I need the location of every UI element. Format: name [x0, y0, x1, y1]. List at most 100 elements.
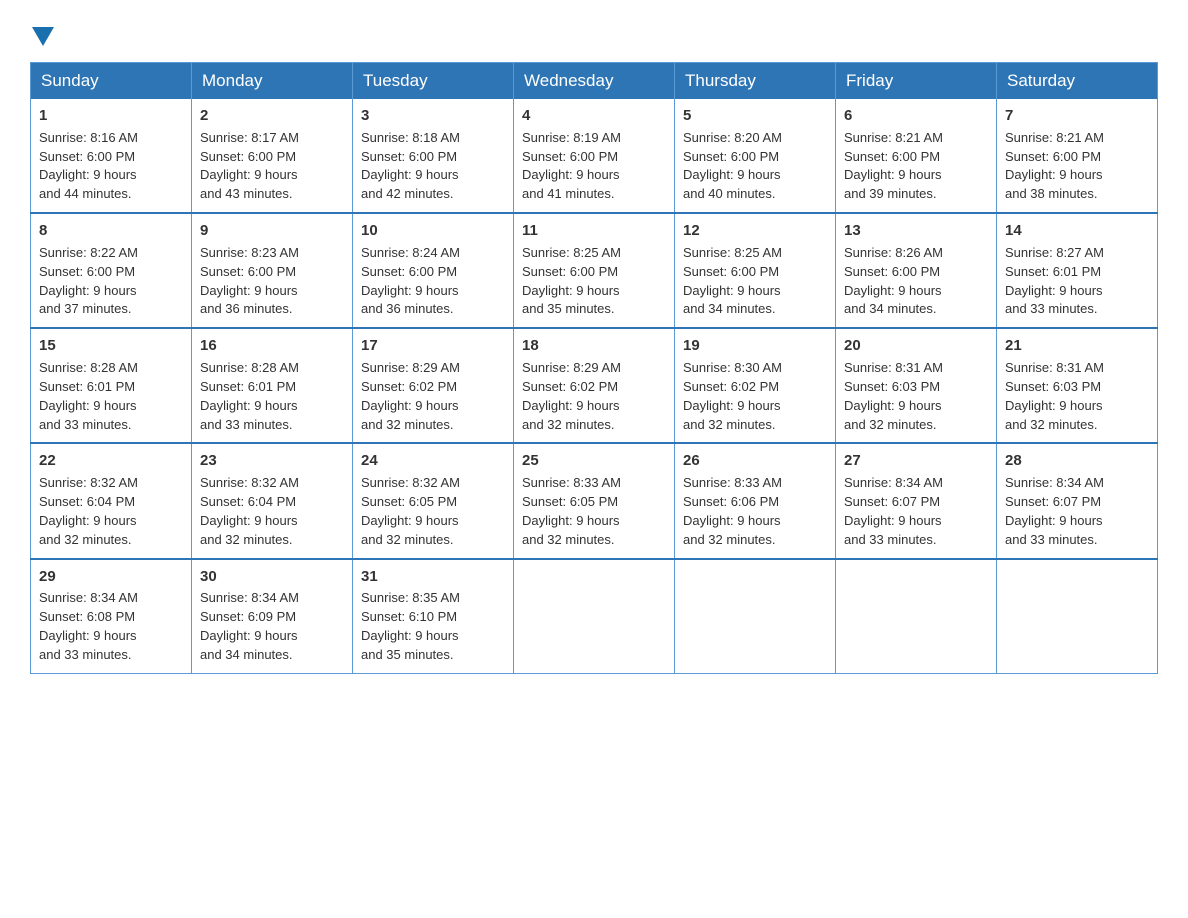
day-number: 10: [361, 220, 505, 242]
day-number: 24: [361, 450, 505, 472]
day-info: Sunrise: 8:34 AMSunset: 6:08 PMDaylight:…: [39, 589, 183, 664]
day-number: 20: [844, 335, 988, 357]
day-info: Sunrise: 8:32 AMSunset: 6:05 PMDaylight:…: [361, 474, 505, 549]
day-info: Sunrise: 8:32 AMSunset: 6:04 PMDaylight:…: [200, 474, 344, 549]
calendar-cell: 4Sunrise: 8:19 AMSunset: 6:00 PMDaylight…: [514, 99, 675, 213]
day-number: 29: [39, 566, 183, 588]
weekday-header-thursday: Thursday: [675, 63, 836, 100]
calendar-cell: 29Sunrise: 8:34 AMSunset: 6:08 PMDayligh…: [31, 559, 192, 674]
day-info: Sunrise: 8:21 AMSunset: 6:00 PMDaylight:…: [1005, 129, 1149, 204]
weekday-header-tuesday: Tuesday: [353, 63, 514, 100]
calendar-cell: 19Sunrise: 8:30 AMSunset: 6:02 PMDayligh…: [675, 328, 836, 443]
calendar-cell: 1Sunrise: 8:16 AMSunset: 6:00 PMDaylight…: [31, 99, 192, 213]
calendar-cell: 23Sunrise: 8:32 AMSunset: 6:04 PMDayligh…: [192, 443, 353, 558]
weekday-header-friday: Friday: [836, 63, 997, 100]
day-number: 2: [200, 105, 344, 127]
calendar-cell: 28Sunrise: 8:34 AMSunset: 6:07 PMDayligh…: [997, 443, 1158, 558]
calendar-cell: 25Sunrise: 8:33 AMSunset: 6:05 PMDayligh…: [514, 443, 675, 558]
day-number: 13: [844, 220, 988, 242]
day-number: 12: [683, 220, 827, 242]
calendar-table: SundayMondayTuesdayWednesdayThursdayFrid…: [30, 62, 1158, 674]
calendar-cell: 30Sunrise: 8:34 AMSunset: 6:09 PMDayligh…: [192, 559, 353, 674]
calendar-cell: 17Sunrise: 8:29 AMSunset: 6:02 PMDayligh…: [353, 328, 514, 443]
day-number: 22: [39, 450, 183, 472]
day-number: 15: [39, 335, 183, 357]
day-number: 30: [200, 566, 344, 588]
calendar-cell: 10Sunrise: 8:24 AMSunset: 6:00 PMDayligh…: [353, 213, 514, 328]
day-info: Sunrise: 8:28 AMSunset: 6:01 PMDaylight:…: [200, 359, 344, 434]
calendar-cell: 14Sunrise: 8:27 AMSunset: 6:01 PMDayligh…: [997, 213, 1158, 328]
day-info: Sunrise: 8:34 AMSunset: 6:07 PMDaylight:…: [844, 474, 988, 549]
calendar-week-row: 8Sunrise: 8:22 AMSunset: 6:00 PMDaylight…: [31, 213, 1158, 328]
calendar-week-row: 1Sunrise: 8:16 AMSunset: 6:00 PMDaylight…: [31, 99, 1158, 213]
day-number: 25: [522, 450, 666, 472]
day-number: 18: [522, 335, 666, 357]
day-info: Sunrise: 8:32 AMSunset: 6:04 PMDaylight:…: [39, 474, 183, 549]
calendar-cell: 21Sunrise: 8:31 AMSunset: 6:03 PMDayligh…: [997, 328, 1158, 443]
day-number: 5: [683, 105, 827, 127]
day-info: Sunrise: 8:25 AMSunset: 6:00 PMDaylight:…: [683, 244, 827, 319]
calendar-cell: 16Sunrise: 8:28 AMSunset: 6:01 PMDayligh…: [192, 328, 353, 443]
day-number: 3: [361, 105, 505, 127]
day-info: Sunrise: 8:19 AMSunset: 6:00 PMDaylight:…: [522, 129, 666, 204]
day-info: Sunrise: 8:24 AMSunset: 6:00 PMDaylight:…: [361, 244, 505, 319]
calendar-cell: 11Sunrise: 8:25 AMSunset: 6:00 PMDayligh…: [514, 213, 675, 328]
calendar-cell: 5Sunrise: 8:20 AMSunset: 6:00 PMDaylight…: [675, 99, 836, 213]
calendar-cell: 12Sunrise: 8:25 AMSunset: 6:00 PMDayligh…: [675, 213, 836, 328]
day-info: Sunrise: 8:21 AMSunset: 6:00 PMDaylight:…: [844, 129, 988, 204]
day-number: 4: [522, 105, 666, 127]
calendar-cell: 8Sunrise: 8:22 AMSunset: 6:00 PMDaylight…: [31, 213, 192, 328]
day-number: 6: [844, 105, 988, 127]
day-info: Sunrise: 8:20 AMSunset: 6:00 PMDaylight:…: [683, 129, 827, 204]
calendar-cell: 3Sunrise: 8:18 AMSunset: 6:00 PMDaylight…: [353, 99, 514, 213]
day-info: Sunrise: 8:26 AMSunset: 6:00 PMDaylight:…: [844, 244, 988, 319]
day-number: 26: [683, 450, 827, 472]
day-info: Sunrise: 8:18 AMSunset: 6:00 PMDaylight:…: [361, 129, 505, 204]
calendar-cell: [997, 559, 1158, 674]
day-number: 19: [683, 335, 827, 357]
weekday-header-row: SundayMondayTuesdayWednesdayThursdayFrid…: [31, 63, 1158, 100]
calendar-cell: 20Sunrise: 8:31 AMSunset: 6:03 PMDayligh…: [836, 328, 997, 443]
calendar-cell: 22Sunrise: 8:32 AMSunset: 6:04 PMDayligh…: [31, 443, 192, 558]
day-number: 8: [39, 220, 183, 242]
day-number: 16: [200, 335, 344, 357]
calendar-cell: 27Sunrise: 8:34 AMSunset: 6:07 PMDayligh…: [836, 443, 997, 558]
calendar-week-row: 15Sunrise: 8:28 AMSunset: 6:01 PMDayligh…: [31, 328, 1158, 443]
day-number: 9: [200, 220, 344, 242]
day-number: 23: [200, 450, 344, 472]
day-number: 31: [361, 566, 505, 588]
logo-text: [30, 25, 56, 44]
calendar-cell: [514, 559, 675, 674]
day-number: 14: [1005, 220, 1149, 242]
day-info: Sunrise: 8:17 AMSunset: 6:00 PMDaylight:…: [200, 129, 344, 204]
calendar-cell: 7Sunrise: 8:21 AMSunset: 6:00 PMDaylight…: [997, 99, 1158, 213]
weekday-header-sunday: Sunday: [31, 63, 192, 100]
calendar-cell: 6Sunrise: 8:21 AMSunset: 6:00 PMDaylight…: [836, 99, 997, 213]
calendar-cell: 26Sunrise: 8:33 AMSunset: 6:06 PMDayligh…: [675, 443, 836, 558]
day-number: 17: [361, 335, 505, 357]
day-number: 11: [522, 220, 666, 242]
header: [30, 20, 1158, 44]
calendar-cell: 9Sunrise: 8:23 AMSunset: 6:00 PMDaylight…: [192, 213, 353, 328]
day-info: Sunrise: 8:35 AMSunset: 6:10 PMDaylight:…: [361, 589, 505, 664]
calendar-week-row: 29Sunrise: 8:34 AMSunset: 6:08 PMDayligh…: [31, 559, 1158, 674]
day-info: Sunrise: 8:34 AMSunset: 6:07 PMDaylight:…: [1005, 474, 1149, 549]
weekday-header-saturday: Saturday: [997, 63, 1158, 100]
day-info: Sunrise: 8:28 AMSunset: 6:01 PMDaylight:…: [39, 359, 183, 434]
day-info: Sunrise: 8:16 AMSunset: 6:00 PMDaylight:…: [39, 129, 183, 204]
day-number: 21: [1005, 335, 1149, 357]
day-info: Sunrise: 8:30 AMSunset: 6:02 PMDaylight:…: [683, 359, 827, 434]
day-info: Sunrise: 8:34 AMSunset: 6:09 PMDaylight:…: [200, 589, 344, 664]
day-number: 7: [1005, 105, 1149, 127]
calendar-cell: 18Sunrise: 8:29 AMSunset: 6:02 PMDayligh…: [514, 328, 675, 443]
day-info: Sunrise: 8:23 AMSunset: 6:00 PMDaylight:…: [200, 244, 344, 319]
calendar-cell: [675, 559, 836, 674]
calendar-cell: 31Sunrise: 8:35 AMSunset: 6:10 PMDayligh…: [353, 559, 514, 674]
day-number: 27: [844, 450, 988, 472]
day-info: Sunrise: 8:22 AMSunset: 6:00 PMDaylight:…: [39, 244, 183, 319]
calendar-week-row: 22Sunrise: 8:32 AMSunset: 6:04 PMDayligh…: [31, 443, 1158, 558]
calendar-cell: 13Sunrise: 8:26 AMSunset: 6:00 PMDayligh…: [836, 213, 997, 328]
weekday-header-wednesday: Wednesday: [514, 63, 675, 100]
logo-triangle-icon: [32, 27, 54, 46]
day-info: Sunrise: 8:33 AMSunset: 6:06 PMDaylight:…: [683, 474, 827, 549]
